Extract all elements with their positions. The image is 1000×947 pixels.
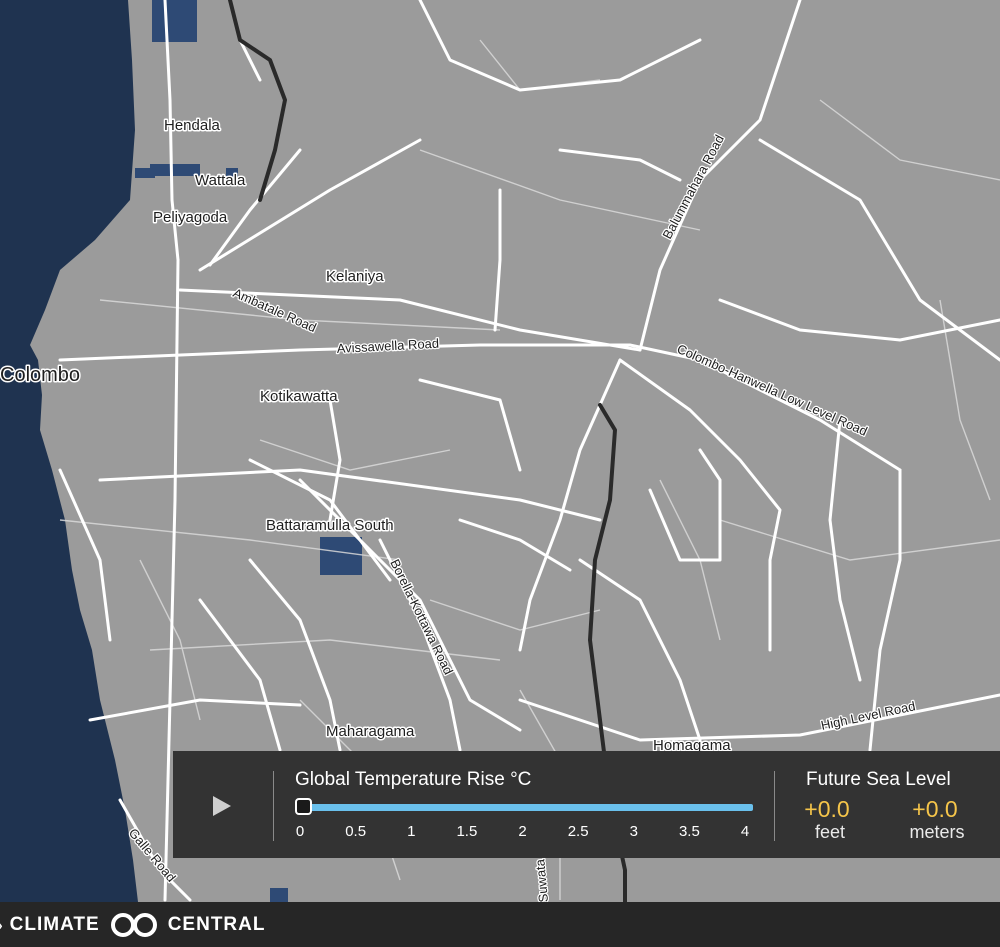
slider-tick-label: 4: [740, 823, 750, 840]
logo-text-climate: CLIMATE: [9, 913, 100, 935]
footer-bar: › CLIMATE CENTRAL: [0, 902, 1000, 947]
infinity-loop-icon: [110, 912, 157, 937]
chevron-right-icon: ›: [0, 917, 4, 933]
slider-handle[interactable]: [295, 798, 312, 815]
place-label-colombo: Colombo: [0, 364, 80, 386]
slider-tick-label: 3.5: [678, 823, 700, 840]
future-sea-level-title: Future Sea Level: [806, 769, 951, 790]
place-label-hendala: Hendala: [164, 117, 221, 134]
place-label-battaramulla: Battaramulla South: [266, 517, 394, 534]
sea-level-control-panel: Global Temperature Rise °C 0 0.5 1 1.5 2 2.5 3…: [173, 751, 1000, 858]
sea-level-meters-value: +0.0: [912, 796, 958, 822]
slider-tick-label: 3: [629, 823, 638, 840]
temperature-slider[interactable]: [295, 798, 753, 815]
slider-track[interactable]: [295, 804, 753, 811]
slider-tick-label: 0: [295, 823, 305, 840]
play-icon: [213, 796, 231, 816]
panel-divider-right: [774, 771, 775, 841]
slider-tick-label: 2: [518, 823, 527, 840]
logo-text-central: CENTRAL: [167, 913, 266, 935]
temperature-rise-title: Global Temperature Rise °C: [295, 769, 532, 790]
panel-divider-left: [273, 771, 274, 841]
slider-tick-label: 1.5: [456, 823, 478, 840]
slider-tick-label: 0.5: [345, 823, 367, 840]
slider-tick-label: 1: [407, 823, 416, 840]
place-label-wattala: Wattala: [195, 172, 246, 189]
place-label-maharagama: Maharagama: [326, 723, 415, 740]
place-label-peliyagoda: Peliyagoda: [153, 209, 228, 226]
slider-tick-label: 2.5: [567, 823, 589, 840]
sea-level-feet-value: +0.0: [804, 796, 850, 822]
place-label-kelaniya: Kelaniya: [326, 268, 384, 285]
place-label-kotikawatta: Kotikawatta: [260, 388, 338, 405]
sea-level-feet-unit: feet: [814, 822, 846, 842]
play-button[interactable]: [173, 751, 273, 858]
sea-level-meters-unit: meters: [909, 822, 965, 842]
climate-central-logo[interactable]: › CLIMATE CENTRAL: [0, 902, 265, 947]
